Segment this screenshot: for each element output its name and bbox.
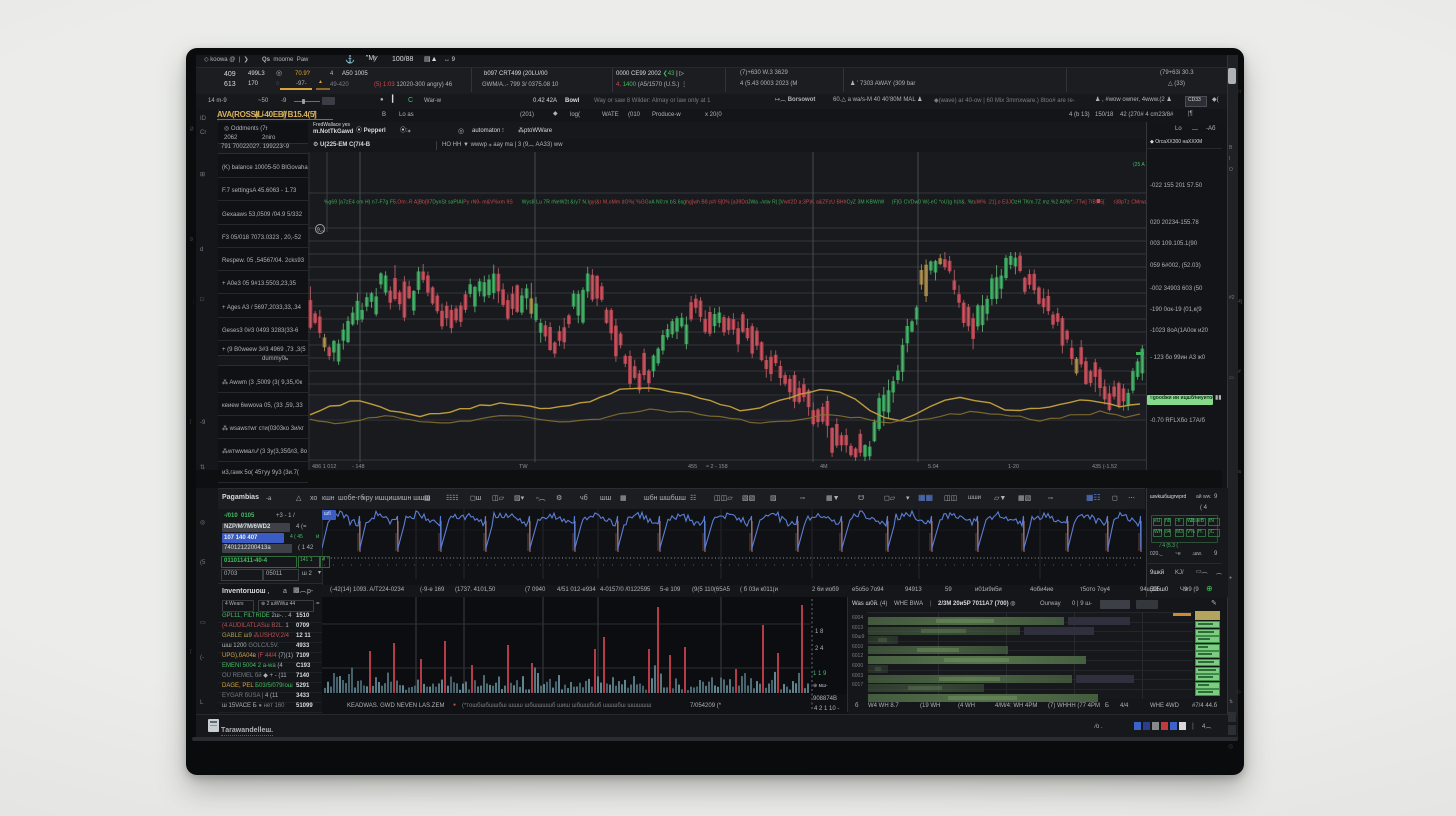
- svg-text:TW: TW: [519, 464, 528, 470]
- svg-text:435 (-1.52: 435 (-1.52: [1092, 464, 1117, 470]
- svg-text:- 148: - 148: [352, 464, 365, 470]
- svg-text:1-20: 1-20: [1008, 464, 1019, 470]
- svg-text:%g69 [a7zE4 om H) n7-F7g F5,Om: %g69 [a7zE4 om H) n7-F7g F5,Om:-R A]Bb[8…: [324, 200, 1146, 206]
- svg-text:455: 455: [688, 464, 697, 470]
- svg-text:5.04: 5.04: [928, 464, 939, 470]
- svg-text:9︵: 9︵: [317, 228, 325, 234]
- svg-text:4M: 4M: [820, 464, 828, 470]
- svg-text:486 1 012: 486 1 012: [312, 464, 336, 470]
- svg-text:≈ 2 - 158: ≈ 2 - 158: [706, 464, 728, 470]
